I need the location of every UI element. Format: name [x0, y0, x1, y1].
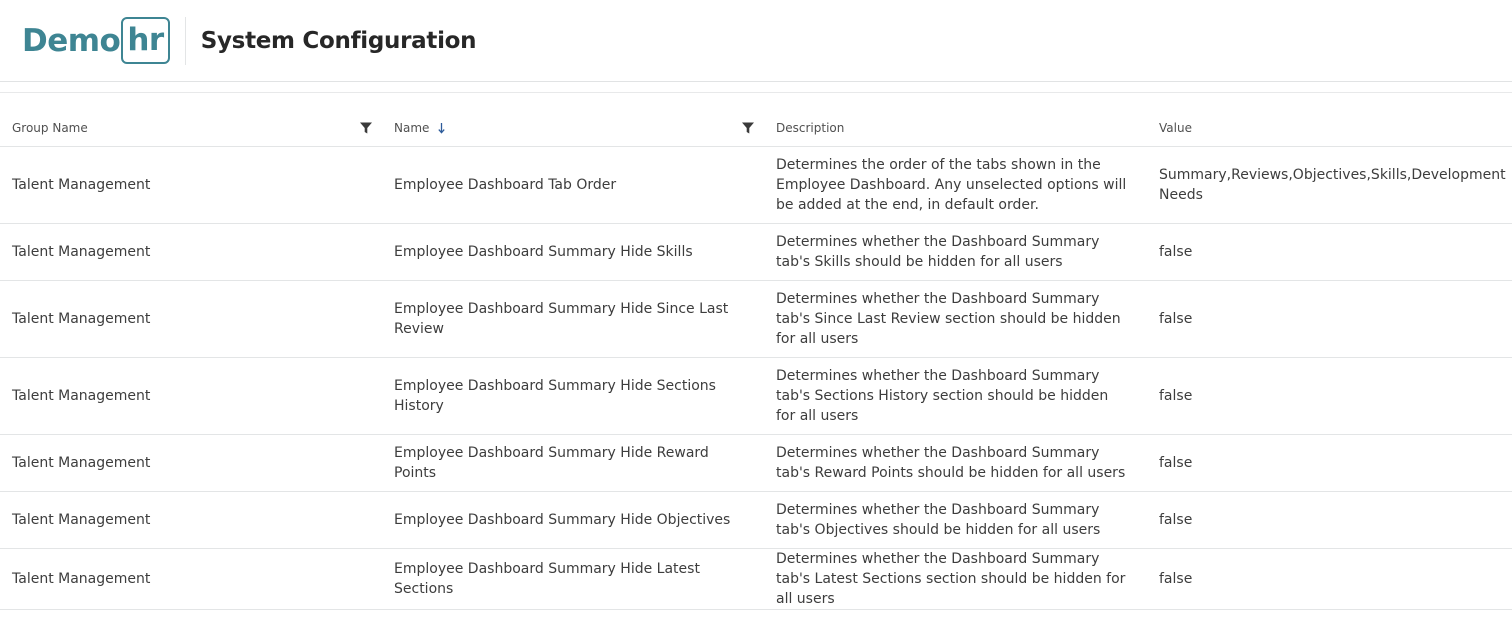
cell-description: Determines whether the Dashboard Summary…	[764, 280, 1147, 358]
cell-group-name: Talent Management	[0, 280, 382, 358]
cell-group-name: Talent Management	[0, 491, 382, 549]
cell-group-name: Talent Management	[0, 434, 382, 492]
column-label: Group Name	[12, 121, 88, 136]
cell-value: Summary,Reviews,Objectives,Skills,Develo…	[1147, 146, 1512, 224]
cell-value: false	[1147, 223, 1512, 281]
column-label: Description	[776, 121, 845, 136]
cell-name: Employee Dashboard Summary Hide Since La…	[382, 280, 764, 358]
logo-text: Demo	[22, 22, 121, 59]
cell-name: Employee Dashboard Summary Hide Sections…	[382, 357, 764, 435]
cell-value: false	[1147, 357, 1512, 435]
cell-description: Determines whether the Dashboard Summary…	[764, 548, 1147, 610]
column-header-value[interactable]: Value	[1147, 93, 1512, 147]
app-header: Demo hr System Configuration	[0, 0, 1512, 82]
cell-description: Determines the order of the tabs shown i…	[764, 146, 1147, 224]
column-header-description[interactable]: Description	[764, 93, 1147, 147]
config-table: Group Name Name Description Value Talent…	[0, 93, 1512, 610]
table-row[interactable]: Talent Management Employee Dashboard Sum…	[0, 548, 1512, 610]
table-row[interactable]: Talent Management Employee Dashboard Sum…	[0, 491, 1512, 549]
arrow-down-icon[interactable]	[437, 122, 446, 134]
cell-description: Determines whether the Dashboard Summary…	[764, 434, 1147, 492]
demohr-logo[interactable]: Demo hr	[22, 17, 170, 64]
cell-name: Employee Dashboard Tab Order	[382, 146, 764, 224]
page-title: System Configuration	[200, 27, 477, 54]
cell-value: false	[1147, 280, 1512, 358]
filter-icon[interactable]	[741, 121, 755, 135]
table-row[interactable]: Talent Management Employee Dashboard Sum…	[0, 280, 1512, 358]
cell-group-name: Talent Management	[0, 146, 382, 224]
cell-value: false	[1147, 491, 1512, 549]
cell-group-name: Talent Management	[0, 548, 382, 610]
table-row[interactable]: Talent Management Employee Dashboard Sum…	[0, 357, 1512, 435]
cell-name: Employee Dashboard Summary Hide Latest S…	[382, 548, 764, 610]
toolbar-strip	[0, 82, 1512, 93]
cell-name: Employee Dashboard Summary Hide Objectiv…	[382, 491, 764, 549]
cell-value: false	[1147, 548, 1512, 610]
filter-icon[interactable]	[359, 121, 373, 135]
cell-name: Employee Dashboard Summary Hide Skills	[382, 223, 764, 281]
table-row[interactable]: Talent Management Employee Dashboard Tab…	[0, 146, 1512, 224]
cell-description: Determines whether the Dashboard Summary…	[764, 357, 1147, 435]
column-header-group-name[interactable]: Group Name	[0, 93, 382, 147]
cell-description: Determines whether the Dashboard Summary…	[764, 491, 1147, 549]
cell-group-name: Talent Management	[0, 223, 382, 281]
table-row[interactable]: Talent Management Employee Dashboard Sum…	[0, 434, 1512, 492]
table-row[interactable]: Talent Management Employee Dashboard Sum…	[0, 223, 1512, 281]
cell-description: Determines whether the Dashboard Summary…	[764, 223, 1147, 281]
logo-box-text: hr	[121, 17, 170, 64]
column-label: Name	[394, 121, 430, 136]
column-header-name[interactable]: Name	[382, 93, 764, 147]
table-header-row: Group Name Name Description Value	[0, 93, 1512, 147]
cell-value: false	[1147, 434, 1512, 492]
header-divider	[184, 16, 186, 65]
column-label: Value	[1159, 121, 1192, 136]
cell-name: Employee Dashboard Summary Hide Reward P…	[382, 434, 764, 492]
cell-group-name: Talent Management	[0, 357, 382, 435]
